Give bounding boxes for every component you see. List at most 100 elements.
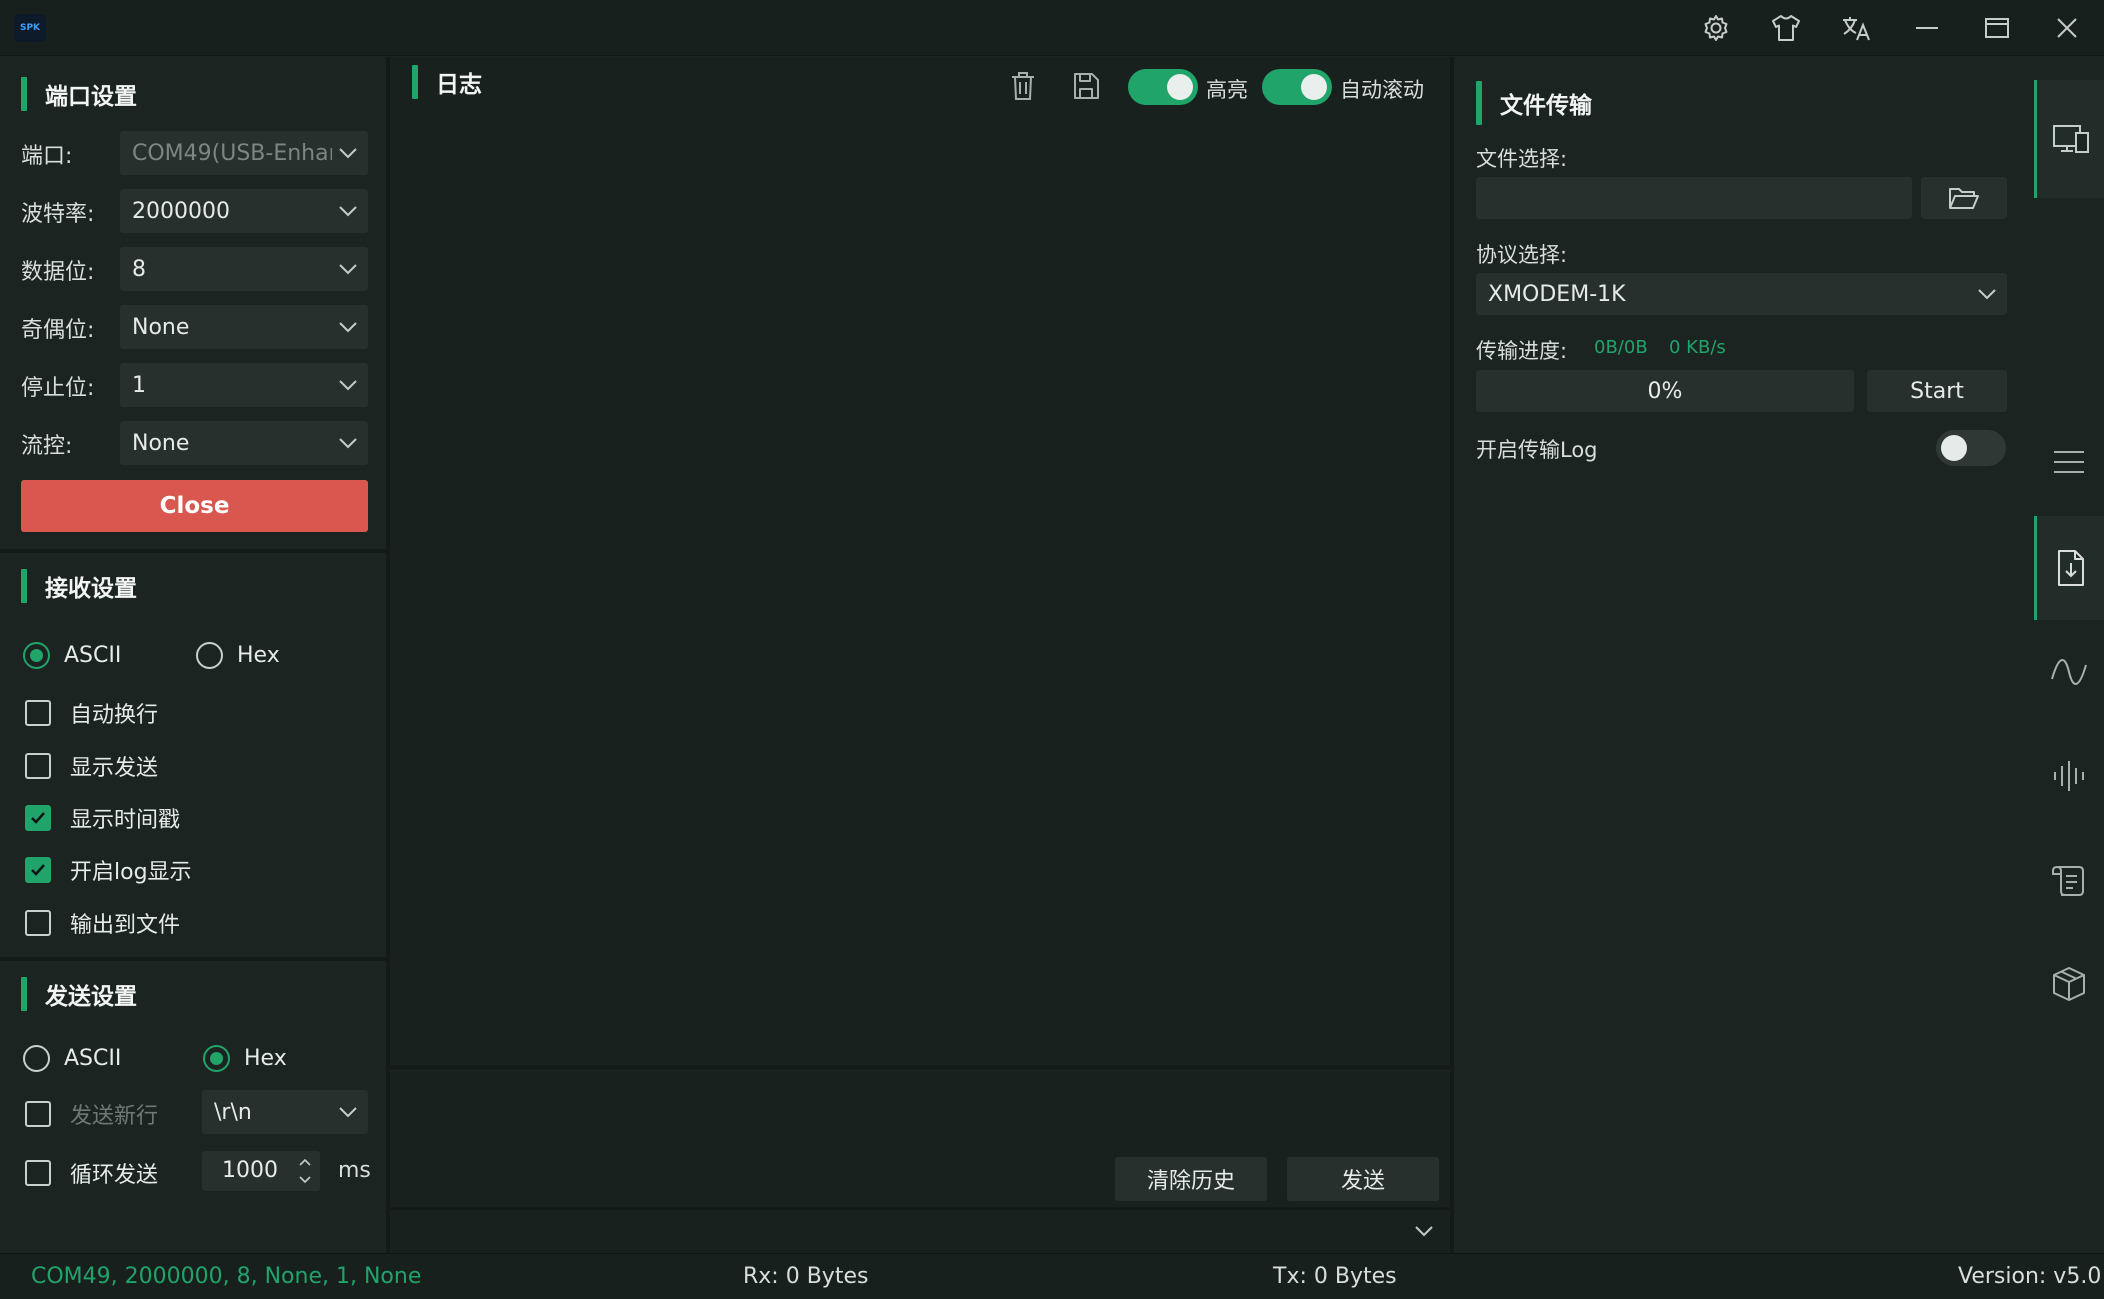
log-output-area[interactable] xyxy=(390,127,1450,1123)
sidebar-item-package[interactable] xyxy=(2034,934,2104,1034)
parity-select[interactable]: None xyxy=(120,305,368,349)
start-transfer-button[interactable]: Start xyxy=(1867,370,2007,412)
progress-label: 传输进度: xyxy=(1476,339,1568,363)
databits-label: 数据位: xyxy=(21,260,95,285)
save-icon[interactable] xyxy=(1071,69,1101,103)
chevron-down-icon xyxy=(339,380,357,391)
file-transfer-title-text: 文件传输 xyxy=(1500,93,1592,119)
app-logo-text: SPK xyxy=(19,23,41,33)
receive-settings-title-text: 接收设置 xyxy=(45,576,137,602)
baud-label: 波特率: xyxy=(21,202,95,227)
stopbits-select[interactable]: 1 xyxy=(120,363,368,407)
sidebar-item-menu[interactable] xyxy=(2034,412,2104,512)
toggle-knob xyxy=(1941,435,1967,461)
close-port-button[interactable]: Close xyxy=(21,480,368,532)
enable-log-display-checkbox[interactable]: 开启log显示 xyxy=(25,854,192,886)
send-ascii-label: ASCII xyxy=(64,1046,122,1071)
port-value: COM49(USB-Enhar xyxy=(132,140,332,166)
status-bar: COM49, 2000000, 8, None, 1, None Rx: 0 B… xyxy=(0,1253,2104,1299)
chevron-down-icon xyxy=(339,148,357,159)
menu-icon xyxy=(2054,451,2084,473)
protocol-select[interactable]: XMODEM-1K xyxy=(1476,273,2007,315)
clear-history-button[interactable]: 清除历史 xyxy=(1115,1157,1267,1201)
settings-button[interactable] xyxy=(1681,0,1751,56)
close-window-button[interactable] xyxy=(2032,0,2102,56)
file-download-icon xyxy=(2057,550,2084,586)
progress-percent: 0% xyxy=(1647,378,1683,404)
baud-select[interactable]: 2000000 xyxy=(120,189,368,233)
show-timestamp-checkbox[interactable]: 显示时间戳 xyxy=(25,802,180,834)
protocol-label: 协议选择: xyxy=(1476,243,1568,267)
stepper-up-icon[interactable] xyxy=(296,1155,314,1169)
radio-circle xyxy=(23,1045,50,1072)
auto-wrap-checkbox[interactable]: 自动换行 xyxy=(25,697,158,729)
output-to-file-label: 输出到文件 xyxy=(70,913,181,938)
highlight-toggle[interactable] xyxy=(1128,69,1198,105)
sidebar-item-devices[interactable] xyxy=(2034,80,2104,198)
toggle-knob xyxy=(1167,74,1193,100)
chevron-down-icon xyxy=(339,264,357,275)
maximize-button[interactable] xyxy=(1962,0,2032,56)
chevron-down-icon[interactable] xyxy=(1412,1221,1436,1241)
radio-circle xyxy=(196,642,223,669)
loop-interval-input[interactable]: 1000 xyxy=(202,1151,320,1191)
checkbox-box xyxy=(25,857,51,883)
chevron-down-icon xyxy=(339,438,357,449)
loop-send-checkbox[interactable]: 循环发送 xyxy=(25,1157,158,1189)
connection-status: COM49, 2000000, 8, None, 1, None xyxy=(31,1264,422,1289)
show-sent-checkbox[interactable]: 显示发送 xyxy=(25,750,158,782)
stepper-down-icon[interactable] xyxy=(296,1173,314,1187)
autoscroll-toggle[interactable] xyxy=(1262,69,1332,105)
left-panel: 端口设置 端口: COM49(USB-Enhar 波特率: 2000000 数据… xyxy=(0,57,386,1253)
auto-wrap-label: 自动换行 xyxy=(70,703,159,728)
language-button[interactable] xyxy=(1821,0,1891,56)
send-hex-radio[interactable]: Hex xyxy=(203,1045,287,1072)
folder-open-icon xyxy=(1949,188,1979,209)
app-logo: SPK xyxy=(14,14,46,42)
sidebar-item-waveform[interactable] xyxy=(2034,622,2104,722)
minimize-icon xyxy=(1916,27,1938,29)
newline-select[interactable]: \r\n xyxy=(202,1090,368,1134)
section-accent-bar xyxy=(412,65,418,99)
chevron-down-icon xyxy=(1978,289,1996,300)
port-label: 端口: xyxy=(21,144,73,169)
sidebar-item-script[interactable] xyxy=(2034,830,2104,930)
receive-ascii-radio[interactable]: ASCII xyxy=(23,642,121,669)
receive-hex-radio[interactable]: Hex xyxy=(196,642,280,669)
newline-value: \r\n xyxy=(214,1099,252,1125)
waveform-icon xyxy=(2051,659,2087,685)
parity-value: None xyxy=(132,314,190,340)
title-bar: SPK xyxy=(0,0,2104,56)
settings-icon xyxy=(1704,15,1728,41)
stopbits-label: 停止位: xyxy=(21,376,95,401)
send-newline-checkbox[interactable]: 发送新行 xyxy=(25,1098,158,1130)
browse-file-button[interactable] xyxy=(1921,177,2007,219)
port-select[interactable]: COM49(USB-Enhar xyxy=(120,131,368,175)
show-sent-label: 显示发送 xyxy=(70,756,159,781)
checkbox-box xyxy=(25,1101,51,1127)
send-settings-title-text: 发送设置 xyxy=(45,984,137,1010)
transfer-log-toggle[interactable] xyxy=(1936,430,2006,466)
trash-icon[interactable] xyxy=(1008,69,1038,103)
version-label: Version: v5.0 xyxy=(1958,1264,2102,1289)
receive-hex-label: Hex xyxy=(237,643,280,668)
devices-icon xyxy=(2052,125,2089,153)
theme-button[interactable] xyxy=(1751,0,1821,56)
send-ascii-radio[interactable]: ASCII xyxy=(23,1045,121,1072)
send-button[interactable]: 发送 xyxy=(1287,1157,1439,1201)
flow-select[interactable]: None xyxy=(120,421,368,465)
sidebar-item-audio-bars[interactable] xyxy=(2034,726,2104,826)
minimize-button[interactable] xyxy=(1892,0,1962,56)
translate-icon xyxy=(1843,17,1870,41)
file-path-input[interactable] xyxy=(1476,177,1912,219)
send-settings-title: 发送设置 xyxy=(21,977,137,1011)
sidebar-item-file-transfer[interactable] xyxy=(2034,516,2104,620)
output-to-file-checkbox[interactable]: 输出到文件 xyxy=(25,907,180,939)
databits-select[interactable]: 8 xyxy=(120,247,368,291)
package-icon xyxy=(2053,967,2085,1001)
transfer-log-label: 开启传输Log xyxy=(1476,438,1598,462)
send-newline-label: 发送新行 xyxy=(70,1104,159,1129)
radio-circle xyxy=(23,642,50,669)
tx-count: Tx: 0 Bytes xyxy=(1273,1264,1397,1289)
checkbox-box xyxy=(25,910,51,936)
